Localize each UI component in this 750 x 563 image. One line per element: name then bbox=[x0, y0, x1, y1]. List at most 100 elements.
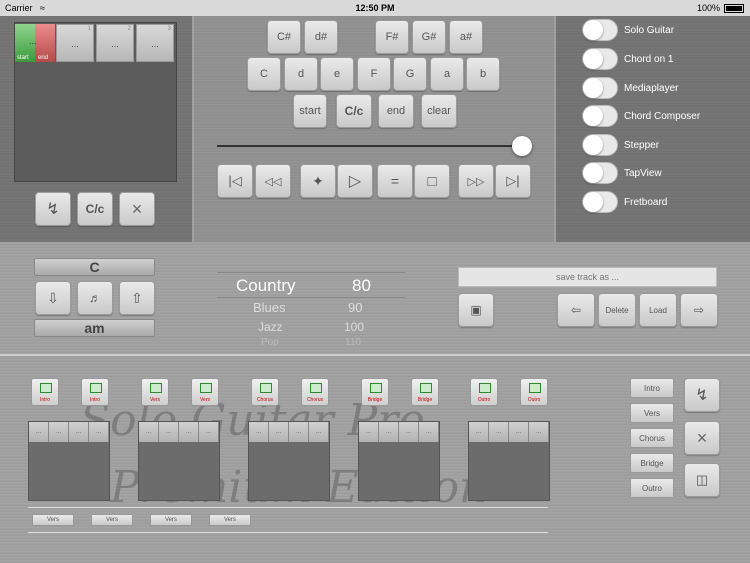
import-icon[interactable]: ◫ bbox=[684, 463, 720, 497]
switch[interactable] bbox=[582, 19, 618, 41]
clear-button[interactable]: clear bbox=[421, 94, 457, 128]
part-bridge-button[interactable]: Bridge bbox=[630, 453, 674, 473]
part-outro-button[interactable]: Outro bbox=[630, 478, 674, 498]
save-track-input[interactable] bbox=[458, 267, 717, 287]
slot-3[interactable]: ... 3 bbox=[136, 24, 174, 62]
switch[interactable] bbox=[582, 77, 618, 99]
key-e[interactable]: e bbox=[320, 57, 354, 91]
notes-icon[interactable]: ♬ bbox=[77, 281, 113, 315]
tempo-row[interactable]: 110 bbox=[345, 337, 361, 346]
bottom-divider bbox=[28, 507, 548, 508]
tempo-row[interactable]: 100 bbox=[344, 320, 364, 334]
song-tag-vers[interactable]: Vers bbox=[141, 378, 169, 406]
toggle-solo-guitar[interactable]: Solo Guitar bbox=[582, 19, 674, 41]
song-tag-bridge[interactable]: Bridge bbox=[411, 378, 439, 406]
progress-slider-track[interactable] bbox=[217, 145, 522, 147]
song-block-intro[interactable]: ............ bbox=[28, 421, 110, 501]
end-button[interactable]: end bbox=[378, 94, 414, 128]
song-tag-outro[interactable]: Outro bbox=[520, 378, 548, 406]
key-a[interactable]: a bbox=[430, 57, 464, 91]
arrow-left-icon[interactable]: ⇦ bbox=[557, 293, 595, 327]
slot-2[interactable]: ... 2 bbox=[96, 24, 134, 62]
key-f[interactable]: F bbox=[357, 57, 391, 91]
play-icon[interactable]: ▷ bbox=[337, 164, 373, 198]
vers-button[interactable]: Vers bbox=[209, 514, 251, 526]
key-c[interactable]: C bbox=[247, 57, 281, 91]
chord-case-button[interactable]: C/c bbox=[336, 94, 372, 128]
song-block-vers[interactable]: ............ bbox=[138, 421, 220, 501]
arrow-down-icon[interactable]: ⇩ bbox=[35, 281, 71, 315]
rewind-icon[interactable]: ◁◁ bbox=[255, 164, 291, 198]
key-c-sharp[interactable]: C# bbox=[267, 20, 301, 54]
song-tag-bridge[interactable]: Bridge bbox=[361, 378, 389, 406]
close-icon[interactable]: × bbox=[684, 421, 720, 455]
book-icon[interactable]: ▣ bbox=[458, 293, 494, 327]
style-picker[interactable]: Country 80 Blues 90 Jazz 100 Pop 110 bbox=[217, 264, 405, 346]
vers-button[interactable]: Vers bbox=[91, 514, 133, 526]
chord-toggle-button[interactable]: C/c bbox=[77, 192, 113, 226]
start-button[interactable]: start bbox=[293, 94, 327, 128]
delete-button[interactable]: Delete bbox=[598, 293, 636, 327]
keyboard-panel bbox=[194, 16, 554, 242]
status-bar: Carrier ≈ 12:50 PM 100% bbox=[0, 0, 750, 16]
song-tag-vers[interactable]: Vers bbox=[191, 378, 219, 406]
tempo-row-selected[interactable]: 80 bbox=[352, 276, 371, 296]
load-button[interactable]: Load bbox=[639, 293, 677, 327]
arrow-up-icon[interactable]: ⇧ bbox=[119, 281, 155, 315]
style-row-selected[interactable]: Country bbox=[236, 276, 296, 296]
song-block-bridge[interactable]: ............ bbox=[358, 421, 440, 501]
toggle-chord-composer[interactable]: Chord Composer bbox=[582, 105, 700, 127]
bottom-divider bbox=[28, 532, 548, 533]
slot-start-end[interactable]: ... start end bbox=[15, 24, 55, 62]
key-d-sharp[interactable]: d# bbox=[304, 20, 338, 54]
part-intro-button[interactable]: Intro bbox=[630, 378, 674, 398]
style-row[interactable]: Jazz bbox=[258, 320, 283, 334]
song-tag-chorus[interactable]: Chorus bbox=[251, 378, 279, 406]
song-tag-intro[interactable]: Intro bbox=[31, 378, 59, 406]
stop-icon[interactable]: □ bbox=[414, 164, 450, 198]
battery-percent: 100% bbox=[696, 3, 720, 13]
key-f-sharp[interactable]: F# bbox=[375, 20, 409, 54]
lightning-icon[interactable]: ↯ bbox=[684, 378, 720, 412]
part-chorus-button[interactable]: Chorus bbox=[630, 428, 674, 448]
song-block-chorus[interactable]: ............ bbox=[248, 421, 330, 501]
song-tag-intro[interactable]: Intro bbox=[81, 378, 109, 406]
tempo-row[interactable]: 90 bbox=[348, 300, 362, 315]
skip-forward-icon[interactable]: ▷| bbox=[495, 164, 531, 198]
skip-back-icon[interactable]: |◁ bbox=[217, 164, 253, 198]
slot-end-label: end bbox=[38, 55, 49, 61]
chord-top-label: C bbox=[34, 258, 155, 276]
song-block-outro[interactable]: ............ bbox=[468, 421, 550, 501]
song-tag-outro[interactable]: Outro bbox=[470, 378, 498, 406]
toggle-stepper[interactable]: Stepper bbox=[582, 134, 659, 156]
song-tag-chorus[interactable]: Chorus bbox=[301, 378, 329, 406]
key-g[interactable]: G bbox=[393, 57, 427, 91]
switch[interactable] bbox=[582, 105, 618, 127]
toggle-chord-on-1[interactable]: Chord on 1 bbox=[582, 48, 673, 70]
key-g-sharp[interactable]: G# bbox=[412, 20, 446, 54]
vers-button[interactable]: Vers bbox=[150, 514, 192, 526]
close-button[interactable]: × bbox=[119, 192, 155, 226]
key-a-sharp[interactable]: a# bbox=[449, 20, 483, 54]
toggle-mediaplayer[interactable]: Mediaplayer bbox=[582, 77, 678, 99]
style-row[interactable]: Blues bbox=[253, 300, 286, 315]
switch[interactable] bbox=[582, 162, 618, 184]
lightning-button[interactable]: ↯ bbox=[35, 192, 71, 226]
pause-icon[interactable]: = bbox=[377, 164, 413, 198]
arrow-right-icon[interactable]: ⇨ bbox=[680, 293, 718, 327]
switch[interactable] bbox=[582, 48, 618, 70]
switch[interactable] bbox=[582, 191, 618, 213]
part-vers-button[interactable]: Vers bbox=[630, 403, 674, 423]
vers-button[interactable]: Vers bbox=[32, 514, 74, 526]
fast-forward-icon[interactable]: ▷▷ bbox=[458, 164, 494, 198]
key-d[interactable]: d bbox=[284, 57, 318, 91]
magic-wand-icon[interactable]: ✦ bbox=[300, 164, 336, 198]
style-row[interactable]: Pop bbox=[261, 337, 279, 346]
slot-1[interactable]: ... 1 bbox=[56, 24, 94, 62]
toggle-fretboard[interactable]: Fretboard bbox=[582, 191, 667, 213]
battery-icon bbox=[724, 4, 744, 13]
toggle-tapview[interactable]: TapView bbox=[582, 162, 662, 184]
key-b[interactable]: b bbox=[466, 57, 500, 91]
switch[interactable] bbox=[582, 134, 618, 156]
progress-slider-thumb[interactable] bbox=[512, 136, 532, 156]
